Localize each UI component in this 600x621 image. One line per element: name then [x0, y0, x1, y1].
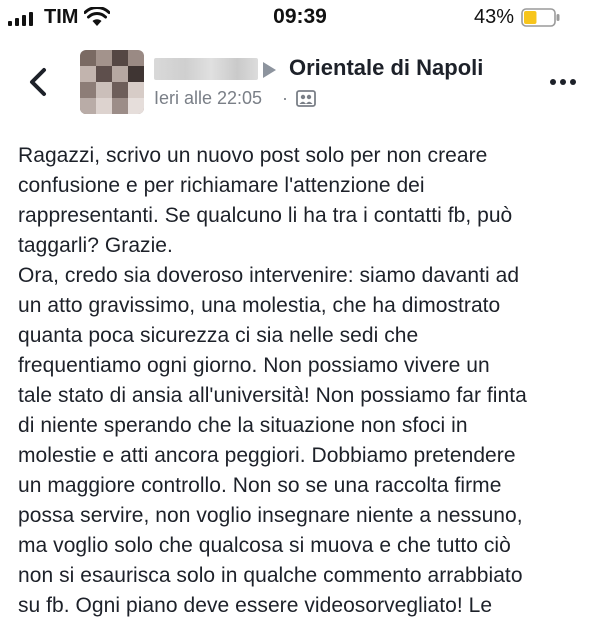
group-audience-icon [296, 90, 316, 107]
chevron-left-icon [30, 68, 46, 96]
more-options-button[interactable] [546, 72, 580, 92]
battery-percentage: 43% [474, 6, 515, 28]
status-bar: TIM 09:39 43% [0, 0, 600, 36]
posted-in-arrow-icon [263, 62, 276, 78]
more-dots-icon [550, 79, 576, 85]
post-body-text: Ragazzi, scrivo un nuovo post solo per n… [18, 144, 527, 617]
back-button[interactable] [22, 60, 56, 104]
author-name-blurred[interactable] [154, 58, 258, 80]
group-name-link[interactable]: Orientale di Napoli [289, 55, 483, 81]
post-timestamp[interactable]: Ieri alle 22:05 [154, 88, 262, 109]
battery-icon [521, 8, 560, 27]
separator-dot: · [282, 88, 288, 108]
avatar[interactable] [80, 50, 144, 114]
